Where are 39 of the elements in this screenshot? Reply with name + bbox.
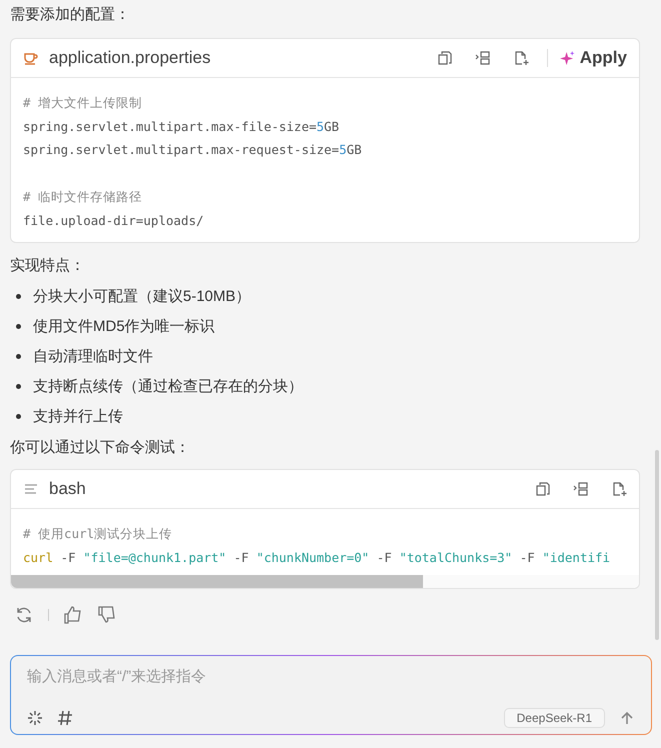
insert-icon[interactable] [573,481,589,497]
code-line: spring.servlet.multipart.max-file-size=5GB [23,118,340,136]
feature-text: 支持并行上传 [33,406,123,426]
model-selector[interactable]: DeepSeek-R1 [504,708,605,728]
thumbs-down-icon[interactable] [97,605,117,625]
hash-icon[interactable] [57,710,73,726]
apply-button[interactable]: Apply [560,48,627,68]
features-heading: 实现特点： [10,256,86,276]
file-name: application.properties [49,48,211,68]
sparkle-icon[interactable] [27,710,43,726]
send-icon[interactable] [619,710,635,726]
copy-icon[interactable] [535,481,551,497]
test-heading: 你可以通过以下命令测试： [10,438,191,458]
code-line: curl -F "file=@chunk1.part" -F "chunkNumber=0" -F "totalChunks=3" -F "identifi [23,548,612,567]
copy-icon[interactable] [436,50,453,66]
sparkle-icon [560,50,575,66]
message-input[interactable]: 输入消息或者“/”来选择指令 [27,668,635,685]
scrollbar-thumb[interactable] [11,575,423,588]
bullet-icon [16,414,21,418]
new-file-icon[interactable] [611,481,627,497]
thumbs-up-icon[interactable] [63,605,83,625]
insert-icon[interactable] [474,50,491,66]
scrollbar[interactable] [655,450,659,640]
feature-text: 支持断点续传（通过检查已存在的分块） [33,376,303,396]
bullet-icon [16,324,21,328]
code-line: # 临时文件存储路径 [23,188,144,206]
language-label: bash [49,479,86,499]
feature-text: 分块大小可配置（建议5-10MB） [33,286,251,306]
bullet-icon [16,384,21,388]
new-file-icon[interactable] [512,50,529,66]
code-line: # 使用curl测试分块上传 [23,525,174,543]
bullet-icon [16,294,21,298]
feature-text: 自动清理临时文件 [33,346,153,366]
bullet-icon [16,354,21,358]
code-line: # 增大文件上传限制 [23,94,144,112]
feature-text: 使用文件MD5作为唯一标识 [33,316,215,336]
code-line: file.upload-dir=uploads/ [23,212,205,230]
code-line: spring.servlet.multipart.max-request-size=5GB [23,141,363,159]
intro-text: 需要添加的配置： [10,5,131,25]
